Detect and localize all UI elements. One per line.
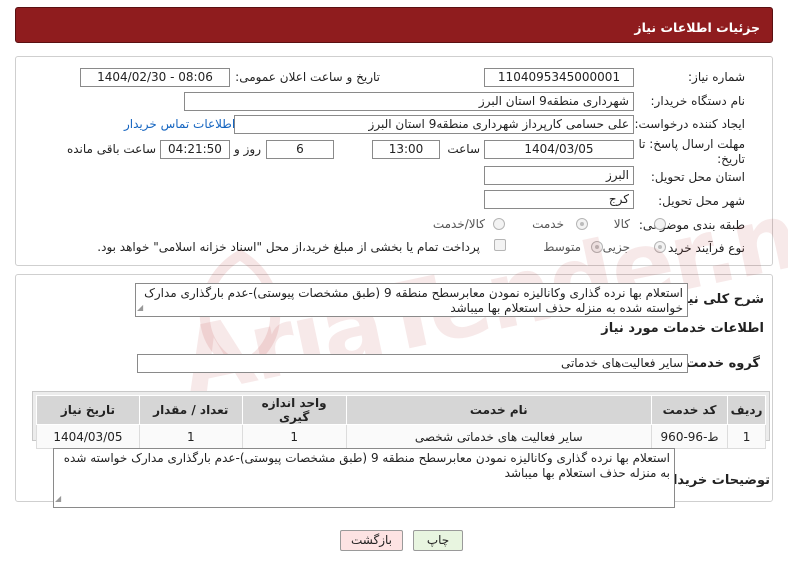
summary-text: استعلام بها نرده گذاری وکانالیزه نمودن م… <box>144 286 683 315</box>
column-header-service-name: نام خدمت <box>345 395 652 425</box>
treasury-payment-note: پرداخت تمام یا بخشی از مبلغ خرید،از محل … <box>97 240 480 254</box>
cell-quantity: 1 <box>138 424 243 449</box>
column-header-service-code: کد خدمت <box>650 395 729 425</box>
category-option-service: خدمت <box>532 217 564 231</box>
deadline-date-field[interactable]: 1404/03/05 <box>484 140 634 159</box>
buyer-notes-textarea[interactable]: استعلام بها نرده گذاری وکانالیزه نمودن م… <box>53 448 675 508</box>
process-radio-minor[interactable] <box>654 241 666 253</box>
buyer-org-field[interactable]: شهرداری منطقه9 استان البرز <box>184 92 634 111</box>
deadline-time-label: ساعت <box>447 142 480 156</box>
service-group-label: گروه خدمت: <box>680 356 760 371</box>
need-number-label: شماره نیاز: <box>688 70 745 84</box>
cell-unit: 1 <box>241 424 347 449</box>
category-radio-service[interactable] <box>576 218 588 230</box>
need-number-field[interactable]: 1104095345000001 <box>484 68 634 87</box>
treasury-payment-checkbox[interactable] <box>494 239 506 251</box>
category-radio-goods-service[interactable] <box>493 218 505 230</box>
page-header: جزئیات اطلاعات نیاز <box>15 7 773 43</box>
cell-service-name: سایر فعالیت های خدماتی شخصی <box>345 424 652 449</box>
requester-label: ایجاد کننده درخواست: <box>634 117 745 131</box>
remaining-time-label: ساعت باقی مانده <box>66 142 156 156</box>
buyer-notes-label: توضیحات خریدار: <box>660 473 770 488</box>
table-header-row: ردیف کد خدمت نام خدمت واحد اندازه گیری ت… <box>36 395 766 425</box>
province-field[interactable]: البرز <box>484 166 634 185</box>
cell-service-code: ط-96-960 <box>650 424 729 449</box>
buyer-org-label: نام دستگاه خریدار: <box>650 94 746 108</box>
city-label: شهر محل تحویل: <box>658 194 745 208</box>
process-option-minor: جزیی <box>602 240 630 254</box>
summary-textarea[interactable]: استعلام بها نرده گذاری وکانالیزه نمودن م… <box>135 283 688 317</box>
process-radio-medium[interactable] <box>591 241 603 253</box>
province-label: استان محل تحویل: <box>650 170 745 184</box>
cell-row-number: 1 <box>727 424 766 449</box>
back-button[interactable]: بازگشت <box>340 530 403 551</box>
resize-grip-icon[interactable]: ◢ <box>55 491 61 506</box>
services-table: ردیف کد خدمت نام خدمت واحد اندازه گیری ت… <box>36 395 766 449</box>
process-type-label: نوع فرآیند خرید : <box>660 241 745 255</box>
category-option-goods: کالا <box>613 217 630 231</box>
cell-need-date: 1404/03/05 <box>36 424 140 449</box>
category-option-goods-service: کالا/خدمت <box>432 217 485 231</box>
services-section-title: اطلاعات خدمات مورد نیاز <box>601 321 764 336</box>
buyer-contact-link[interactable]: اطلاعات تماس خریدار <box>124 117 235 131</box>
table-row[interactable]: 1 ط-96-960 سایر فعالیت های خدماتی شخصی 1… <box>36 424 766 449</box>
services-table-wrapper: ردیف کد خدمت نام خدمت واحد اندازه گیری ت… <box>32 391 770 449</box>
days-remaining-field[interactable]: 6 <box>266 140 334 159</box>
remaining-time-field[interactable]: 04:21:50 <box>160 140 230 159</box>
resize-grip-icon[interactable]: ◢ <box>137 300 143 315</box>
column-header-row-number: ردیف <box>727 395 766 425</box>
column-header-quantity: تعداد / مقدار <box>138 395 243 425</box>
category-radio-goods[interactable] <box>654 218 666 230</box>
days-label: روز و <box>234 142 261 156</box>
announce-datetime-field[interactable]: 1404/02/30 - 08:06 <box>80 68 230 87</box>
print-button[interactable]: چاپ <box>413 530 463 551</box>
announce-datetime-label: تاریخ و ساعت اعلان عمومی: <box>235 70 380 84</box>
column-header-unit: واحد اندازه گیری <box>241 395 347 425</box>
process-option-medium: متوسط <box>543 240 581 254</box>
requester-field[interactable]: علی حسامی کارپرداز شهرداری منطقه9 استان … <box>234 115 634 134</box>
column-header-need-date: تاریخ نیاز <box>36 395 140 425</box>
service-group-field[interactable]: سایر فعالیت‌های خدماتی <box>137 354 688 373</box>
city-field[interactable]: کرج <box>484 190 634 209</box>
deadline-time-field[interactable]: 13:00 <box>372 140 440 159</box>
deadline-label: مهلت ارسال پاسخ: تا تاریخ: <box>638 137 745 166</box>
buyer-notes-text: استعلام بها نرده گذاری وکانالیزه نمودن م… <box>63 451 670 480</box>
